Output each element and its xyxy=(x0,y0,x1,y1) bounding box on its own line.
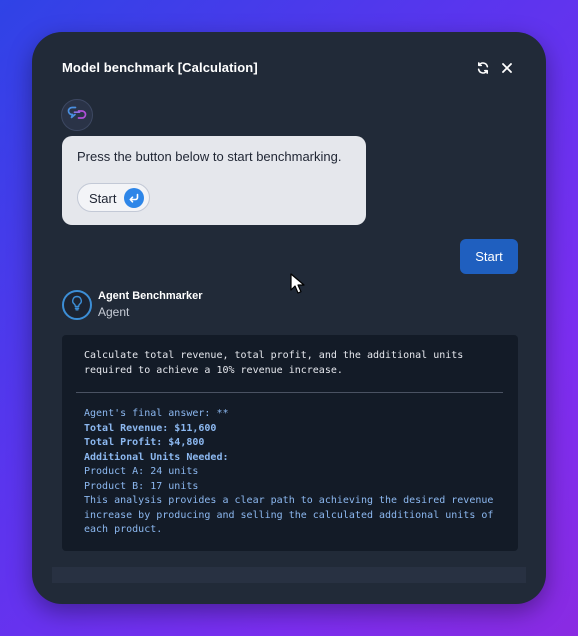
total-profit: Total Profit: $4,800 xyxy=(84,437,205,448)
panel-title: Model benchmark [Calculation] xyxy=(62,60,258,75)
enter-return-icon xyxy=(124,188,144,208)
refresh-icon[interactable] xyxy=(475,60,491,76)
answer-intro: Agent's final answer: ** xyxy=(84,408,229,419)
benchmark-panel: Model benchmark [Calculation] Press the … xyxy=(32,32,546,604)
total-revenue: Total Revenue: $11,600 xyxy=(84,422,217,434)
close-icon[interactable] xyxy=(499,60,515,76)
divider xyxy=(76,392,503,393)
task-description: Calculate total revenue, total profit, a… xyxy=(84,350,470,376)
additional-units-heading: Additional Units Needed: xyxy=(84,451,229,463)
lightbulb-icon xyxy=(70,295,84,316)
agent-avatar xyxy=(62,290,92,320)
start-button-label: Start xyxy=(89,191,117,206)
answer-summary: This analysis provides a clear path to a… xyxy=(84,495,500,535)
agent-answer: Agent's final answer: ** Total Revenue: … xyxy=(84,407,504,538)
agent-role: Agent xyxy=(98,305,130,319)
bot-message-text: Press the button below to start benchmar… xyxy=(77,149,342,164)
chat-link-icon xyxy=(67,104,87,127)
input-area-edge xyxy=(52,567,526,583)
product-a-units: Product A: 24 units xyxy=(84,466,199,477)
user-message-start[interactable]: Start xyxy=(460,239,518,274)
product-b-units: Product B: 17 units xyxy=(84,480,199,492)
bot-avatar xyxy=(61,99,93,131)
start-button[interactable]: Start xyxy=(77,183,150,212)
agent-name: Agent Benchmarker xyxy=(98,290,203,302)
bot-message-bubble: Press the button below to start benchmar… xyxy=(62,136,366,225)
mouse-cursor-icon xyxy=(290,273,306,300)
benchmark-result-box: Calculate total revenue, total profit, a… xyxy=(62,335,518,551)
